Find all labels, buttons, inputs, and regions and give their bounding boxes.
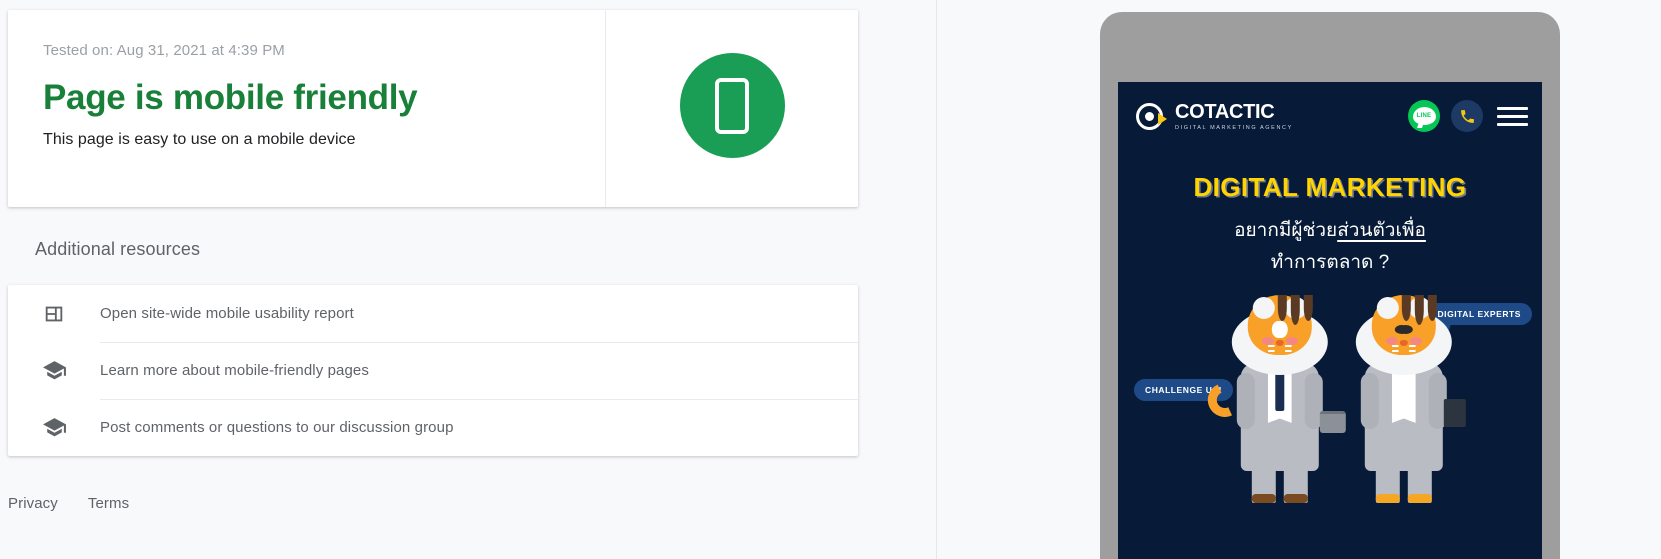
mascot-illustration: DIGITAL EXPERTS CHALLENGE US! xyxy=(1118,295,1542,535)
brand-name: COTACTIC xyxy=(1175,100,1275,123)
tested-on-timestamp: Tested on: Aug 31, 2021 at 4:39 PM xyxy=(43,42,285,59)
result-summary: Tested on: Aug 31, 2021 at 4:39 PM Page … xyxy=(8,10,606,207)
brand-tagline: DIGITAL MARKETING AGENCY xyxy=(1175,124,1293,131)
graduation-cap-icon xyxy=(8,358,100,383)
test-result-pane: Tested on: Aug 31, 2021 at 4:39 PM Page … xyxy=(0,0,937,559)
tiger-head-icon xyxy=(1231,295,1328,375)
footer-links: Privacy Terms xyxy=(8,495,129,512)
mobile-preview-pane: COTACTIC DIGITAL MARKETING AGENCY LINE D… xyxy=(937,0,1661,559)
resource-label: Open site-wide mobile usability report xyxy=(100,305,354,322)
additional-resources-title: Additional resources xyxy=(35,239,201,259)
resource-label: Learn more about mobile-friendly pages xyxy=(100,362,369,379)
hero-title: DIGITAL MARKETING xyxy=(1193,172,1467,202)
brand-logo[interactable]: COTACTIC DIGITAL MARKETING AGENCY xyxy=(1136,100,1293,131)
tiger-mascot-left xyxy=(1203,295,1346,525)
cotactic-target-logo-icon xyxy=(1136,102,1167,130)
line-chat-icon[interactable]: LINE xyxy=(1408,100,1440,132)
verdict-detail: This page is easy to use on a mobile dev… xyxy=(43,131,356,148)
preview-site-header: COTACTIC DIGITAL MARKETING AGENCY LINE xyxy=(1118,82,1542,150)
phone-frame: COTACTIC DIGITAL MARKETING AGENCY LINE D… xyxy=(1100,12,1560,559)
graduation-cap-icon xyxy=(8,415,100,440)
logo-arrow-accent xyxy=(1158,112,1167,125)
hero-subtitle: อยากมีผู้ช่วยส่วนตัวเพื่อ ทำการตลาด ? xyxy=(1134,215,1526,279)
tiger-mascots xyxy=(1203,295,1466,525)
mascot-suit-body xyxy=(1360,363,1447,471)
resource-link-learn-more[interactable]: Learn more about mobile-friendly pages xyxy=(8,342,858,399)
clipboard-icon xyxy=(1443,399,1466,427)
verdict-headline: Page is mobile friendly xyxy=(43,78,418,117)
tiger-mascot-right xyxy=(1348,295,1466,525)
terms-link[interactable]: Terms xyxy=(88,495,129,512)
hamburger-menu-icon[interactable] xyxy=(1497,106,1528,126)
privacy-link[interactable]: Privacy xyxy=(8,495,58,512)
resource-link-discussion-group[interactable]: Post comments or questions to our discus… xyxy=(8,399,858,456)
report-layout-icon xyxy=(8,303,100,325)
resource-label: Post comments or questions to our discus… xyxy=(100,419,454,436)
hero-subtitle-line1-pre: อยากมีผู้ช่วย xyxy=(1234,220,1338,241)
resource-link-usability-report[interactable]: Open site-wide mobile usability report xyxy=(8,285,858,342)
result-card: Tested on: Aug 31, 2021 at 4:39 PM Page … xyxy=(8,10,858,207)
rendered-page-screenshot: COTACTIC DIGITAL MARKETING AGENCY LINE D… xyxy=(1118,82,1542,559)
hero-subtitle-line1-underlined: ส่วนตัวเพื่อ xyxy=(1337,220,1426,241)
briefcase-icon xyxy=(1319,411,1346,433)
hero-subtitle-line2: ทำการตลาด ? xyxy=(1270,252,1390,273)
tiger-head-icon xyxy=(1355,295,1452,375)
phone-call-icon[interactable] xyxy=(1451,100,1483,132)
mobile-friendly-test-page: Tested on: Aug 31, 2021 at 4:39 PM Page … xyxy=(0,0,1661,559)
additional-resources-card: Open site-wide mobile usability report L… xyxy=(8,285,858,456)
preview-hero: DIGITAL MARKETING อยากมีผู้ช่วยส่วนตัวเพ… xyxy=(1118,150,1542,279)
header-action-buttons: LINE xyxy=(1408,100,1528,132)
mobile-friendly-status-icon xyxy=(679,53,785,158)
mobile-phone-icon xyxy=(715,77,749,134)
result-icon-cell xyxy=(606,10,858,207)
mascot-suit-body xyxy=(1236,363,1323,471)
line-label: LINE xyxy=(1416,113,1432,119)
